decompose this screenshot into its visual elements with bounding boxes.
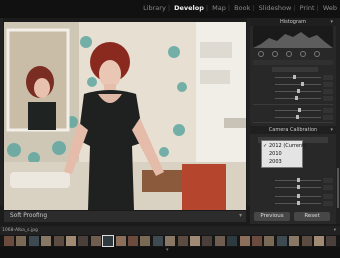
filmstrip-thumbnail[interactable]: [252, 236, 262, 246]
photo-image: [4, 22, 246, 210]
filmstrip-thumbnail[interactable]: [214, 236, 225, 246]
photo-preview[interactable]: [4, 22, 246, 210]
camera-calibration-header[interactable]: Camera Calibration ▾: [250, 126, 336, 134]
develop-tool-strip: [256, 51, 330, 58]
bottom-panel-toggle-icon[interactable]: ▾: [166, 247, 169, 253]
module-separator: |: [167, 4, 171, 12]
filmstrip-thumbnail[interactable]: [314, 236, 324, 246]
module-picker-bar: Library | Develop | Map | Book | Slideshow | …: [0, 0, 340, 18]
filmstrip-filename: 1068-Alba_s.jpg: [2, 228, 38, 233]
filmstrip-thumbnail[interactable]: [115, 236, 126, 246]
filmstrip-thumbnail[interactable]: [128, 236, 138, 246]
reset-button[interactable]: Reset: [294, 212, 330, 221]
module-separator: |: [205, 4, 209, 12]
module-print[interactable]: Print: [300, 4, 315, 12]
filmstrip-thumbnail[interactable]: [177, 236, 188, 246]
filmstrip-thumbnail[interactable]: [289, 236, 300, 246]
filmstrip-thumbnail[interactable]: [78, 236, 89, 246]
module-picker: Library | Develop | Map | Book | Slideshow | …: [142, 4, 338, 12]
filmstrip-header: 1068-Alba_s.jpg ▾: [0, 226, 340, 235]
filmstrip-thumbnail[interactable]: [227, 236, 238, 246]
hsl-section-header[interactable]: [253, 60, 333, 65]
filmstrip-thumbnail[interactable]: [140, 236, 151, 246]
filmstrip-thumbnail[interactable]: [41, 236, 52, 246]
soft-proofing-toggle[interactable]: Soft Proofing: [10, 213, 47, 219]
divider: [253, 104, 333, 105]
right-panel-scrollbar[interactable]: [336, 18, 340, 224]
module-book[interactable]: Book: [234, 4, 250, 12]
filmstrip-thumbnail[interactable]: [152, 236, 163, 246]
filmstrip-thumbnail[interactable]: [202, 236, 213, 246]
slider-row[interactable]: [253, 178, 333, 183]
filmstrip-thumbnail[interactable]: [4, 236, 14, 246]
menu-item-2003[interactable]: 2003: [269, 158, 282, 166]
process-version-menu: ✓ 2012 (Current) 2010 2003: [261, 140, 306, 168]
toolbar: Soft Proofing ▾: [4, 211, 246, 222]
filmstrip-thumbnail[interactable]: [264, 236, 275, 246]
filmstrip-thumbnail[interactable]: [190, 236, 200, 246]
slider-row[interactable]: [253, 185, 333, 190]
module-separator: |: [227, 4, 231, 12]
filmstrip[interactable]: [0, 235, 340, 247]
target-dropdown[interactable]: [272, 67, 318, 72]
graduated-filter-icon[interactable]: [300, 51, 306, 57]
crop-tool-icon[interactable]: [258, 51, 264, 57]
slider-row[interactable]: [253, 89, 333, 94]
menu-item-2012[interactable]: 2012 (Current): [269, 142, 306, 150]
filmstrip-thumbnail[interactable]: [239, 236, 250, 246]
divider: [253, 122, 333, 123]
slider-row[interactable]: [253, 82, 333, 87]
module-slideshow[interactable]: Slideshow: [259, 4, 292, 12]
module-library[interactable]: Library: [143, 4, 166, 12]
previous-button[interactable]: Previous: [254, 212, 290, 221]
left-panel-toggle[interactable]: [0, 18, 3, 206]
filmstrip-thumbnail[interactable]: [53, 236, 64, 246]
module-separator: |: [293, 4, 296, 12]
adjustment-brush-icon[interactable]: [314, 51, 320, 57]
red-eye-icon[interactable]: [286, 51, 292, 57]
filmstrip-thumbnail[interactable]: [301, 236, 312, 246]
filmstrip-filter-dropdown[interactable]: ▾: [334, 226, 336, 235]
filmstrip-thumbnail[interactable]: [326, 236, 337, 246]
spot-removal-icon[interactable]: [272, 51, 278, 57]
slider-row[interactable]: [253, 96, 333, 101]
histogram: [253, 26, 333, 48]
module-separator: |: [252, 4, 255, 12]
filmstrip-thumbnail[interactable]: [16, 236, 27, 246]
slider-row[interactable]: [253, 201, 333, 206]
histogram-header[interactable]: Histogram ▾: [250, 18, 336, 26]
histogram-title: Histogram: [280, 19, 306, 25]
filmstrip-thumbnail[interactable]: [90, 236, 101, 246]
module-web[interactable]: Web: [323, 4, 337, 12]
filmstrip-thumbnail[interactable]: [66, 236, 76, 246]
module-develop[interactable]: Develop: [174, 4, 204, 12]
slider-row[interactable]: [253, 108, 333, 113]
slider-row[interactable]: [253, 75, 333, 80]
filmstrip-thumbnail[interactable]: [165, 236, 176, 246]
filmstrip-thumbnail[interactable]: [102, 235, 115, 247]
bottom-panel-toggle-bar: ▾: [0, 247, 340, 258]
collapse-triangle-icon[interactable]: ▾: [330, 126, 333, 134]
develop-right-panel: Histogram ▾ Camera Calibration ▾: [250, 18, 336, 224]
module-separator: |: [316, 4, 319, 12]
filmstrip-thumbnail[interactable]: [28, 236, 39, 246]
scrollbar-thumb[interactable]: [337, 168, 339, 208]
slider-row[interactable]: [253, 115, 333, 120]
slider-row[interactable]: [253, 194, 333, 199]
menu-item-2010[interactable]: 2010: [269, 150, 282, 158]
checkmark-icon: ✓: [263, 143, 268, 149]
toolbar-menu-icon[interactable]: ▾: [239, 211, 242, 222]
module-map[interactable]: Map: [212, 4, 226, 12]
camera-calibration-title: Camera Calibration: [268, 127, 318, 133]
collapse-triangle-icon[interactable]: ▾: [330, 18, 333, 26]
filmstrip-thumbnail[interactable]: [276, 236, 287, 246]
